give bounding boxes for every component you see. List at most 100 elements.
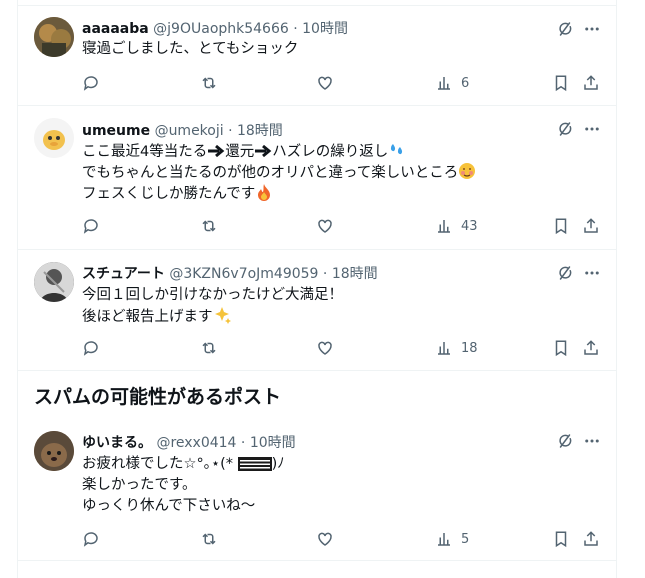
like-icon	[318, 341, 332, 355]
share-button[interactable]	[582, 73, 600, 93]
repost-button[interactable]	[200, 216, 218, 236]
views-count: 6	[461, 75, 470, 91]
reply-icon	[83, 76, 98, 91]
post[interactable]: aaaaaba @j9OUaophk54666 · 10時間 寝過ごしました、と…	[18, 6, 616, 106]
like-icon	[318, 76, 332, 90]
more-icon[interactable]	[583, 264, 601, 282]
post-line-segment: ハズレの繰り返し	[272, 144, 389, 160]
views-count: 18	[461, 340, 478, 356]
right-arrow-icon	[208, 144, 225, 158]
striped-emoji-icon	[237, 457, 272, 471]
like-button[interactable]	[316, 216, 334, 236]
reply-button[interactable]	[82, 73, 100, 93]
post-line: 楽しかったです。	[82, 477, 197, 493]
post-text: 今回１回しか引けなかったけど大満足！ 後ほど報告上げます	[82, 285, 343, 327]
share-icon	[584, 218, 598, 233]
like-button[interactable]	[316, 338, 334, 358]
grok-icon[interactable]	[556, 20, 574, 38]
post-header: aaaaaba @j9OUaophk54666 · 10時間	[82, 18, 348, 38]
post[interactable]: ゆいまる。 @rexx0414 · 10時間 お疲れ様でした☆°｡⋆(* )ﾉ …	[18, 418, 616, 561]
post-line: ゆっくり休んで下さいね〜	[82, 498, 256, 514]
reply-icon	[83, 219, 98, 234]
timestamp[interactable]: · 10時間	[293, 21, 348, 37]
post-text: ここ最近4等当たる 還元 ハズレの繰り返し でもちゃんと当たるのが他のオリパと違って…	[82, 141, 476, 204]
reply-button[interactable]	[82, 529, 100, 549]
more-icon[interactable]	[583, 432, 601, 450]
display-name[interactable]: ゆいまる。	[82, 435, 152, 451]
avatar[interactable]	[34, 118, 74, 158]
avatar[interactable]	[34, 17, 74, 57]
post-text: 寝過ごしました、とてもショック	[82, 39, 298, 60]
display-name[interactable]: umeume	[82, 123, 150, 139]
reply-button[interactable]	[82, 338, 100, 358]
bookmark-button[interactable]	[552, 216, 570, 236]
bookmark-icon	[555, 340, 567, 357]
share-button[interactable]	[582, 338, 600, 358]
sweat-drops-icon	[391, 144, 403, 155]
like-button[interactable]	[316, 73, 334, 93]
repost-button[interactable]	[200, 73, 218, 93]
views-count: 43	[461, 218, 478, 234]
post[interactable]: スチュアート @3KZN6v7oJm49059 · 18時間 今回１回しか引けな…	[18, 250, 616, 371]
display-name[interactable]: aaaaaba	[82, 21, 149, 37]
views-button[interactable]: 18	[435, 338, 478, 358]
post-line: 今回１回しか引けなかったけど大満足！	[82, 287, 343, 303]
handle[interactable]: @umekoji	[155, 123, 224, 139]
post-line-segment: )ﾉ	[271, 456, 285, 472]
post-line-segment: 還元	[225, 144, 255, 160]
handle[interactable]: @j9OUaophk54666	[153, 21, 289, 37]
timeline-column: aaaaaba @j9OUaophk54666 · 10時間 寝過ごしました、と…	[17, 0, 617, 578]
like-icon	[318, 532, 332, 546]
grok-icon[interactable]	[556, 120, 574, 138]
more-icon[interactable]	[583, 120, 601, 138]
sparkles-icon	[214, 307, 231, 324]
post-line-segment: ここ最近4等当たる	[82, 144, 208, 160]
post-line: でもちゃんと当たるのが他のオリパと違って楽しいところ	[82, 162, 476, 183]
more-icon[interactable]	[583, 20, 601, 38]
views-button[interactable]: 5	[435, 529, 469, 549]
post[interactable]: umeume @umekoji · 18時間 ここ最近4等当たる 還元 ハズレの繰り…	[18, 106, 616, 250]
views-icon	[438, 342, 450, 355]
bookmark-button[interactable]	[552, 73, 570, 93]
share-icon	[584, 340, 598, 355]
grok-icon[interactable]	[556, 264, 574, 282]
share-icon	[584, 75, 598, 90]
bookmark-button[interactable]	[552, 338, 570, 358]
views-icon	[438, 533, 450, 546]
timestamp[interactable]: · 18時間	[323, 266, 378, 282]
avatar[interactable]	[34, 262, 74, 302]
timestamp[interactable]: · 10時間	[241, 435, 296, 451]
repost-icon	[202, 220, 216, 232]
handle[interactable]: @3KZN6v7oJm49059	[169, 266, 318, 282]
post-text: お疲れ様でした☆°｡⋆(* )ﾉ 楽しかったです。 ゆっくり休んで下さいね〜	[82, 454, 285, 517]
repost-icon	[202, 342, 216, 354]
bookmark-button[interactable]	[552, 529, 570, 549]
views-button[interactable]: 43	[435, 216, 478, 236]
avatar[interactable]	[34, 431, 74, 471]
right-arrow-icon	[255, 144, 272, 158]
repost-button[interactable]	[200, 338, 218, 358]
post-line-segment: お疲れ様でした☆°｡⋆(*	[82, 456, 238, 472]
views-icon	[438, 220, 450, 233]
repost-button[interactable]	[200, 529, 218, 549]
share-icon	[584, 531, 598, 546]
post-line: 後ほど報告上げます	[82, 306, 343, 327]
views-button[interactable]: 6	[435, 73, 469, 93]
views-icon	[438, 77, 450, 90]
handle[interactable]: @rexx0414	[156, 435, 236, 451]
post-header: umeume @umekoji · 18時間	[82, 120, 283, 140]
grok-icon[interactable]	[556, 432, 574, 450]
reply-button[interactable]	[82, 216, 100, 236]
like-button[interactable]	[316, 529, 334, 549]
repost-icon	[202, 77, 216, 89]
share-button[interactable]	[582, 529, 600, 549]
section-title: スパムの可能性があるポスト	[34, 386, 282, 408]
fire-icon	[258, 184, 271, 201]
reply-icon	[83, 341, 98, 356]
views-count: 5	[461, 531, 470, 547]
post-line-segment: でもちゃんと当たるのが他のオリパと違って楽しいところ	[82, 165, 459, 181]
timestamp[interactable]: · 18時間	[228, 123, 283, 139]
post-header: ゆいまる。 @rexx0414 · 10時間	[82, 432, 296, 452]
share-button[interactable]	[582, 216, 600, 236]
display-name[interactable]: スチュアート	[82, 266, 165, 282]
